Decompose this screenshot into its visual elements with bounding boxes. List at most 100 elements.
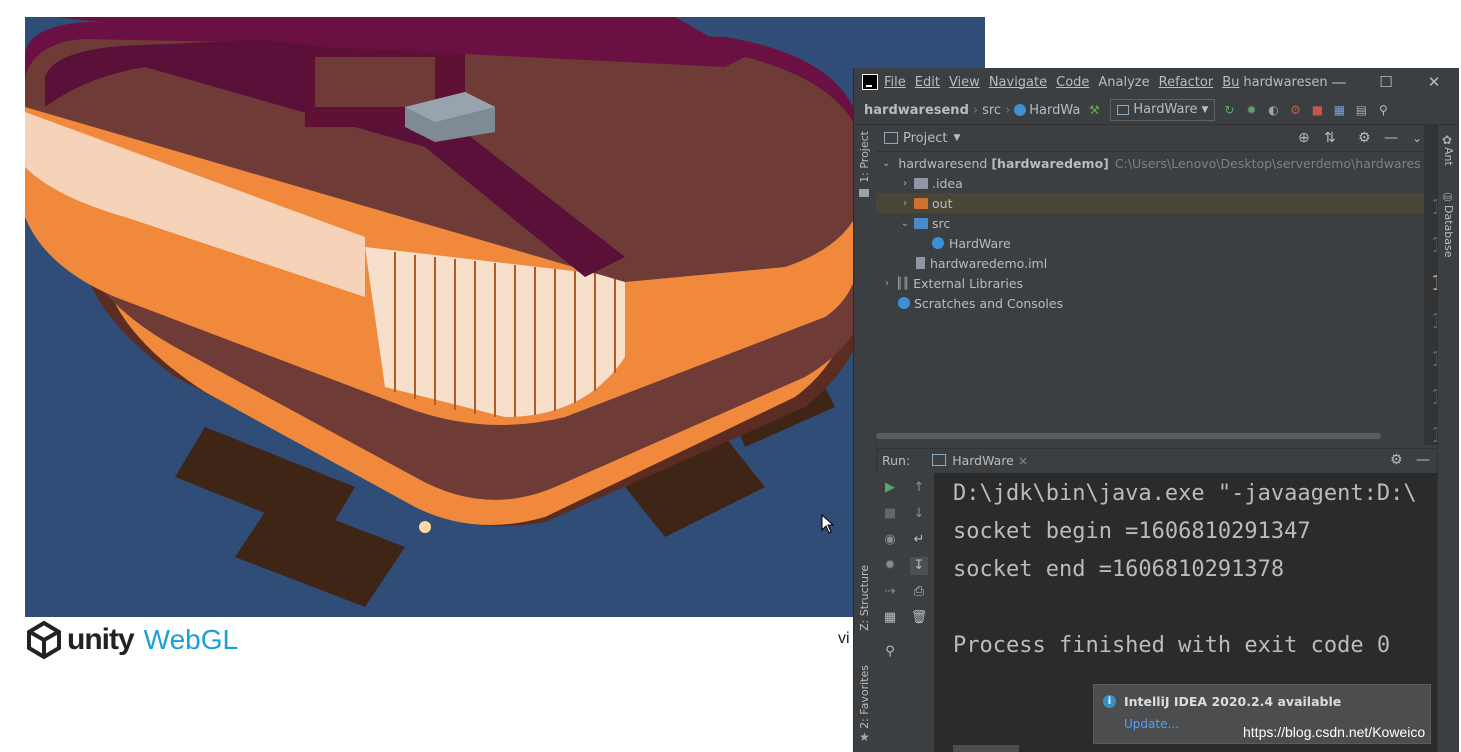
tab-favorites[interactable]: 2: Favorites — [858, 665, 871, 729]
chevron-right-icon: › — [972, 102, 979, 118]
scroll-to-end-icon[interactable]: ↧ — [910, 557, 928, 575]
tree-item-project-root[interactable]: ⌄ hardwaresend [hardwaredemo] C:\Users\L… — [876, 153, 1421, 173]
run-tab-icon — [932, 454, 947, 466]
tree-item-src[interactable]: ⌄ src — [876, 213, 1430, 233]
tree-item-scratches[interactable]: Scratches and Consoles — [876, 293, 1428, 313]
right-tool-stripe: ✿ Ant ⛁ Database — [1437, 125, 1459, 752]
chevron-right-icon: › — [885, 277, 889, 289]
excluded-folder-icon — [914, 197, 928, 209]
tree-item-external-libraries[interactable]: › ║║ External Libraries — [876, 273, 1412, 293]
footer-right-text: vi — [838, 630, 850, 647]
console-line: D:\jdk\bin\java.exe "-javaagent:D:\ — [953, 481, 1417, 506]
run-config-label: HardWare — [1133, 102, 1198, 117]
building-3d-scene — [25, 17, 985, 617]
horizontal-scrollbar[interactable] — [876, 433, 1381, 439]
run-tab-hardware[interactable]: HardWare — [952, 453, 1014, 468]
maximize-icon[interactable]: ☐ — [1376, 72, 1396, 92]
navigation-bar: hardwaresend › src › HardWa ⚒ HardWare ▼… — [854, 96, 1459, 125]
java-class-icon — [932, 237, 944, 249]
tree-module-name: [hardwaredemo] — [991, 155, 1109, 171]
menu-view[interactable]: View — [949, 75, 980, 90]
watermark-text: https://blog.csdn.net/Koweico — [1243, 724, 1426, 740]
menu-navigate[interactable]: Navigate — [989, 75, 1047, 90]
tree-item-idea[interactable]: › .idea — [876, 173, 1430, 193]
layout-icon[interactable]: ▦ — [881, 609, 899, 627]
profile-icon[interactable]: ⚙ — [1287, 102, 1303, 118]
project-structure-icon[interactable]: ▦ — [1331, 102, 1347, 118]
unity-footer: unity WebGL — [25, 620, 925, 660]
menu-code[interactable]: Code — [1056, 75, 1089, 90]
module-file-icon — [916, 257, 925, 269]
run-config-select[interactable]: HardWare ▼ — [1110, 99, 1216, 121]
tree-label: out — [932, 195, 953, 211]
tree-label: HardWare — [949, 235, 1011, 251]
console-scroll-thumb[interactable] — [953, 745, 1019, 752]
chevron-right-icon: › — [1005, 102, 1011, 118]
scratches-icon — [898, 297, 910, 309]
menu-edit[interactable]: Edit — [915, 75, 940, 90]
print-icon[interactable]: ⎙ — [910, 583, 928, 601]
tab-project[interactable]: 1: Project — [858, 131, 871, 183]
stop-icon[interactable]: ■ — [1309, 102, 1325, 118]
console-line: socket begin =1606810291347 — [953, 519, 1311, 544]
tree-item-iml[interactable]: hardwaredemo.iml — [876, 253, 1446, 273]
breadcrumb-project[interactable]: hardwaresend — [864, 103, 969, 118]
update-link[interactable]: Update... — [1124, 717, 1179, 731]
hide-icon[interactable]: — — [1416, 452, 1430, 468]
class-icon — [1014, 104, 1027, 116]
pin-icon[interactable]: ⚲ — [881, 643, 899, 661]
chevron-right-icon: › — [903, 177, 907, 189]
menu-refactor[interactable]: Refactor — [1159, 75, 1214, 90]
webgl-logo-text: WebGL — [143, 624, 239, 655]
down-arrow-icon[interactable]: ↓ — [910, 505, 928, 523]
hide-icon[interactable]: — — [1384, 130, 1398, 146]
menu-file[interactable]: File — [884, 75, 906, 90]
chevron-down-icon[interactable]: ⌄ — [1412, 131, 1422, 145]
tree-item-out[interactable]: › out — [876, 193, 1430, 213]
menu-build[interactable]: Bu — [1222, 75, 1239, 90]
star-icon: ★ — [859, 730, 870, 744]
folder-icon — [914, 177, 928, 189]
rerun-play-icon[interactable]: ▶ — [881, 479, 899, 497]
trash-icon[interactable]: 🗑 — [910, 609, 928, 627]
collapse-all-icon[interactable]: ⇅ — [1324, 130, 1336, 146]
breadcrumb-src[interactable]: src — [982, 103, 1001, 118]
debug-bug-icon[interactable]: ✹ — [881, 557, 899, 575]
stop-icon[interactable]: ■ — [881, 505, 899, 523]
dropdown-arrow-icon[interactable]: ▼ — [953, 133, 960, 143]
library-icon: ║║ — [896, 276, 910, 290]
tab-structure[interactable]: Z: Structure — [858, 565, 871, 631]
soft-wrap-icon[interactable]: ↵ — [910, 531, 928, 549]
search-icon[interactable]: ⚲ — [1375, 102, 1391, 118]
up-arrow-icon[interactable]: ↑ — [910, 479, 928, 497]
close-icon[interactable]: ✕ — [1424, 72, 1444, 92]
coverage-icon[interactable]: ◐ — [1265, 102, 1281, 118]
debug-icon[interactable]: ✹ — [1243, 102, 1259, 118]
menu-analyze[interactable]: Analyze — [1098, 75, 1149, 90]
locate-icon[interactable]: ⊕ — [1298, 130, 1310, 146]
tree-item-hardware-class[interactable]: HardWare — [876, 233, 1459, 253]
exit-icon[interactable]: ⇢ — [881, 583, 899, 601]
tab-ant[interactable]: Ant — [1442, 147, 1455, 166]
build-hammer-icon[interactable]: ⚒ — [1086, 102, 1102, 118]
folder-icon — [859, 189, 869, 197]
camera-icon[interactable]: ◉ — [881, 531, 899, 549]
gear-icon[interactable]: ⚙ — [1358, 130, 1371, 146]
window-layout-icon[interactable]: ▤ — [1353, 102, 1369, 118]
tab-database[interactable]: Database — [1442, 205, 1455, 258]
rerun-icon[interactable]: ↻ — [1221, 102, 1237, 118]
console-line: Process finished with exit code 0 — [953, 633, 1391, 658]
run-toolbar: ▶ ↑ ■ ↓ ◉ ↵ ✹ ↧ ⇢ ⎙ ▦ 🗑 ⚲ — [876, 473, 934, 752]
tree-label: hardwaredemo.iml — [930, 255, 1048, 271]
app-config-icon — [1117, 105, 1130, 115]
project-header: Project ▼ ⊕ ⇅ ⚙ — ⌄ — [876, 125, 1424, 152]
intellij-window: File Edit View Navigate Code Analyze Ref… — [853, 68, 1459, 752]
minimize-icon[interactable]: — — [1329, 72, 1349, 92]
gear-icon[interactable]: ⚙ — [1390, 452, 1403, 468]
database-icon: ⛁ — [1443, 191, 1453, 204]
breadcrumb-class[interactable]: HardWa — [1029, 103, 1080, 118]
project-view-icon — [884, 132, 898, 144]
close-tab-icon[interactable]: × — [1018, 453, 1028, 468]
project-header-label[interactable]: Project — [903, 131, 947, 146]
unity-webgl-canvas[interactable] — [25, 17, 985, 617]
